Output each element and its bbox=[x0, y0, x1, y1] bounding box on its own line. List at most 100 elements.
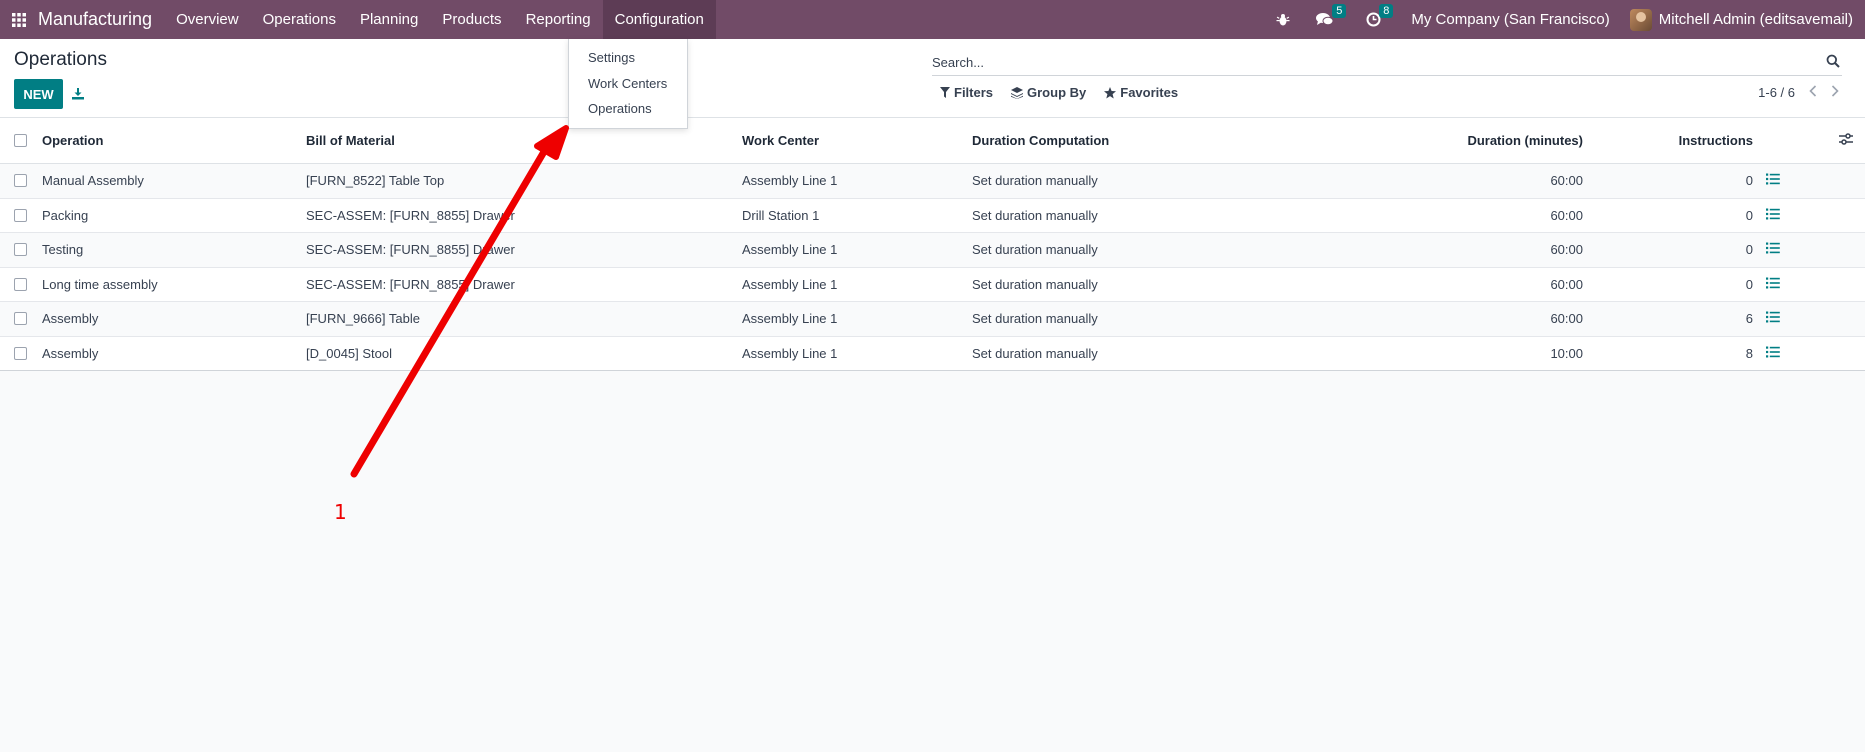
header-work-center[interactable]: Work Center bbox=[742, 133, 819, 148]
row-checkbox[interactable] bbox=[14, 174, 27, 188]
cell-instructions: 0 bbox=[1745, 276, 1753, 292]
dropdown-item-settings[interactable]: Settings bbox=[569, 45, 687, 71]
cell-duration-computation: Set duration manually bbox=[972, 207, 1098, 223]
menu-products[interactable]: Products bbox=[430, 0, 513, 39]
search-input[interactable] bbox=[932, 54, 1812, 70]
cell-duration-computation: Set duration manually bbox=[972, 173, 1098, 189]
table-row[interactable]: Manual Assembly [FURN_8522] Table Top As… bbox=[0, 164, 1865, 199]
table-header: Operation Bill of Material Work Center D… bbox=[0, 118, 1865, 164]
cell-duration-computation: Set duration manually bbox=[972, 345, 1098, 361]
search-bar bbox=[932, 49, 1842, 76]
cell-operation: Assembly bbox=[42, 311, 99, 327]
cell-bom: SEC-ASSEM: [FURN_8855] Drawer bbox=[306, 276, 515, 292]
cell-operation: Manual Assembly bbox=[42, 173, 144, 189]
app-brand[interactable]: Manufacturing bbox=[38, 9, 152, 30]
row-checkbox[interactable] bbox=[14, 243, 27, 257]
table-row[interactable]: Long time assembly SEC-ASSEM: [FURN_8855… bbox=[0, 268, 1865, 302]
cell-operation: Assembly bbox=[42, 345, 99, 361]
debug-bug-icon[interactable] bbox=[1276, 13, 1290, 27]
cell-duration: 60:00 bbox=[1550, 242, 1583, 258]
menu-planning[interactable]: Planning bbox=[348, 0, 430, 39]
row-checkbox[interactable] bbox=[14, 208, 27, 222]
systray: 5 8 My Company (San Francisco) Mitchell … bbox=[1266, 0, 1865, 39]
cell-work-center: Assembly Line 1 bbox=[742, 242, 838, 258]
cell-bom: [D_0045] Stool bbox=[306, 345, 393, 361]
row-checkbox[interactable] bbox=[14, 312, 27, 326]
cell-bom: [FURN_8522] Table Top bbox=[306, 173, 445, 189]
pager-value[interactable]: 1-6 / 6 bbox=[1758, 85, 1795, 100]
menu-reporting[interactable]: Reporting bbox=[514, 0, 603, 39]
header-bom[interactable]: Bill of Material bbox=[306, 133, 395, 148]
pager: 1-6 / 6 bbox=[1758, 85, 1839, 100]
cell-bom: [FURN_9666] Table bbox=[306, 311, 420, 327]
star-icon bbox=[1104, 86, 1117, 98]
header-operation[interactable]: Operation bbox=[42, 133, 103, 148]
favorites-label: Favorites bbox=[1120, 85, 1179, 100]
select-all-checkbox[interactable] bbox=[14, 134, 27, 147]
layers-icon bbox=[1011, 86, 1024, 99]
operations-list: Operation Bill of Material Work Center D… bbox=[0, 118, 1865, 371]
menu-configuration[interactable]: Configuration bbox=[602, 0, 716, 39]
table-row[interactable]: Testing SEC-ASSEM: [FURN_8855] Drawer As… bbox=[0, 233, 1865, 268]
header-duration-computation[interactable]: Duration Computation bbox=[972, 133, 1109, 148]
dropdown-item-work-centers[interactable]: Work Centers bbox=[569, 71, 687, 97]
cell-instructions: 6 bbox=[1745, 311, 1753, 327]
row-checkbox[interactable] bbox=[14, 346, 27, 360]
cell-operation: Testing bbox=[42, 242, 84, 258]
apps-grid-icon[interactable] bbox=[2, 0, 36, 39]
cell-instructions: 0 bbox=[1745, 207, 1753, 223]
cell-duration-computation: Set duration manually bbox=[972, 276, 1098, 292]
annotation-label: 1 bbox=[334, 500, 347, 524]
cell-work-center: Assembly Line 1 bbox=[742, 276, 838, 292]
activities-badge: 8 bbox=[1379, 4, 1394, 18]
dropdown-item-operations[interactable]: Operations bbox=[569, 96, 687, 122]
list-icon[interactable] bbox=[1766, 242, 1780, 257]
list-icon[interactable] bbox=[1766, 311, 1780, 326]
user-name: Mitchell Admin (editsavemail) bbox=[1658, 11, 1853, 28]
row-checkbox[interactable] bbox=[14, 277, 27, 291]
cell-duration: 60:00 bbox=[1550, 311, 1583, 327]
list-icon[interactable] bbox=[1766, 277, 1780, 292]
list-icon[interactable] bbox=[1766, 173, 1780, 188]
menu-operations[interactable]: Operations bbox=[251, 0, 348, 39]
cell-instructions: 0 bbox=[1745, 173, 1753, 189]
cell-instructions: 8 bbox=[1745, 345, 1753, 361]
filter-icon bbox=[940, 87, 950, 98]
menu-overview[interactable]: Overview bbox=[164, 0, 251, 39]
search-icon[interactable] bbox=[1826, 54, 1840, 72]
column-settings-icon[interactable] bbox=[1839, 133, 1853, 148]
table-row[interactable]: Packing SEC-ASSEM: [FURN_8855] Drawer Dr… bbox=[0, 199, 1865, 233]
favorites-button[interactable]: Favorites bbox=[1104, 85, 1178, 100]
cell-operation: Long time assembly bbox=[42, 276, 158, 292]
group-by-label: Group By bbox=[1027, 85, 1087, 100]
cell-duration-computation: Set duration manually bbox=[972, 311, 1098, 327]
cell-work-center: Assembly Line 1 bbox=[742, 173, 838, 189]
cell-bom: SEC-ASSEM: [FURN_8855] Drawer bbox=[306, 207, 515, 223]
cell-work-center: Assembly Line 1 bbox=[742, 311, 838, 327]
filters-button[interactable]: Filters bbox=[940, 85, 993, 100]
user-menu[interactable]: Mitchell Admin (editsavemail) bbox=[1629, 8, 1853, 31]
filters-label: Filters bbox=[954, 85, 994, 100]
messages-chat-icon[interactable]: 5 bbox=[1316, 4, 1347, 27]
list-icon[interactable] bbox=[1766, 346, 1780, 361]
activities-clock-icon[interactable]: 8 bbox=[1366, 4, 1394, 27]
pager-previous-icon[interactable] bbox=[1809, 85, 1817, 100]
main-menu: Overview Operations Planning Products Re… bbox=[164, 0, 716, 39]
list-icon[interactable] bbox=[1766, 208, 1780, 223]
header-duration[interactable]: Duration (minutes) bbox=[1467, 133, 1583, 148]
top-navbar: Manufacturing Overview Operations Planni… bbox=[0, 0, 1865, 39]
download-icon[interactable] bbox=[72, 87, 84, 104]
cell-operation: Packing bbox=[42, 207, 89, 223]
table-row[interactable]: Assembly [FURN_9666] Table Assembly Line… bbox=[0, 302, 1865, 337]
new-button[interactable]: NEW bbox=[14, 79, 63, 109]
control-panel: Operations NEW Filters Group By Favorite… bbox=[0, 39, 1865, 118]
configuration-dropdown: Settings Work Centers Operations bbox=[568, 39, 688, 129]
cell-bom: SEC-ASSEM: [FURN_8855] Drawer bbox=[306, 242, 515, 258]
group-by-button[interactable]: Group By bbox=[1011, 85, 1086, 100]
pager-next-icon[interactable] bbox=[1831, 85, 1839, 100]
header-instructions[interactable]: Instructions bbox=[1679, 133, 1753, 148]
company-switcher[interactable]: My Company (San Francisco) bbox=[1411, 11, 1609, 28]
table-row[interactable]: Assembly [D_0045] Stool Assembly Line 1 … bbox=[0, 337, 1865, 371]
cell-duration: 60:00 bbox=[1550, 276, 1583, 292]
cell-duration: 10:00 bbox=[1550, 345, 1583, 361]
